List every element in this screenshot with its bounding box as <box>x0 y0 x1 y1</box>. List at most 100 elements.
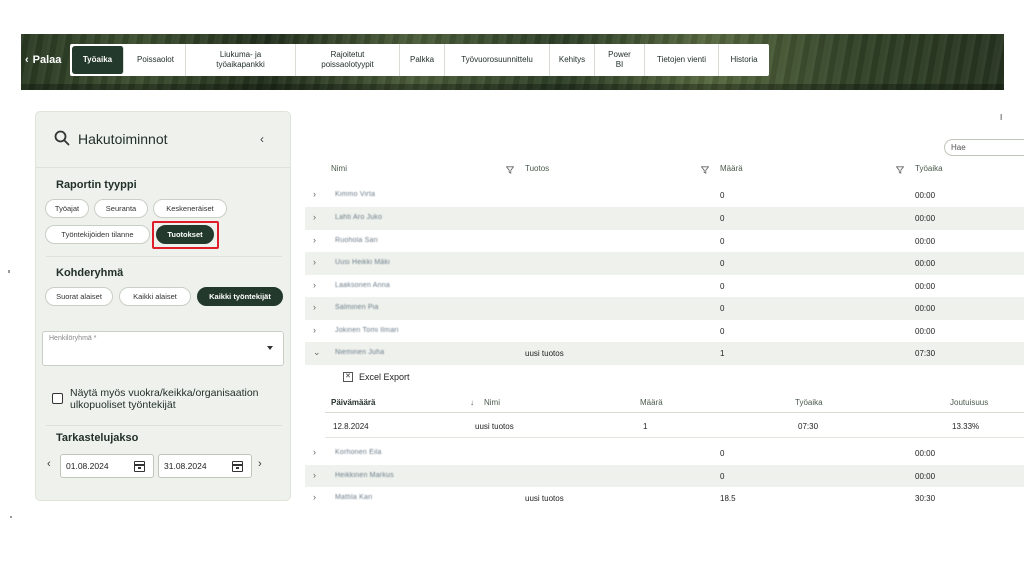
collapse-panel-button[interactable]: ‹ <box>260 132 264 146</box>
row-maara: 0 <box>720 471 725 481</box>
row-tuotos: uusi tuotos <box>525 349 564 358</box>
filter-icon[interactable] <box>896 166 904 174</box>
row-tyoaika: 00:00 <box>915 236 936 246</box>
tab-palkka[interactable]: Palkka <box>400 44 445 76</box>
chevron-right-icon[interactable]: › <box>313 189 316 199</box>
tab-power-bi[interactable]: Power BI <box>595 44 645 76</box>
row-name: Uusi Heikki Mäki <box>335 259 390 266</box>
col-header-maara[interactable]: Määrä <box>720 164 743 180</box>
chevron-right-icon: › <box>258 458 262 470</box>
edge-mark <box>8 270 10 273</box>
external-workers-checkbox[interactable] <box>52 393 63 404</box>
top-marker: I <box>1000 113 1003 122</box>
chip-keskeneraiset[interactable]: Keskeneräiset <box>153 199 227 218</box>
chevron-right-icon[interactable]: › <box>313 280 316 290</box>
chevron-down-icon[interactable]: ⌄ <box>313 347 321 358</box>
prev-period-button[interactable]: ‹ <box>47 458 51 470</box>
table-row[interactable]: › Lahti Aro Juko 0 00:00 <box>305 207 1024 230</box>
table-row[interactable]: › Salminen Pia 0 00:00 <box>305 297 1024 320</box>
tab-tietojen-vienti[interactable]: Tietojen vienti <box>645 44 719 76</box>
detail-col-joutuisuus[interactable]: Joutuisuus <box>950 398 988 412</box>
period-heading: Tarkastelujakso <box>56 432 139 444</box>
table-row[interactable]: › Laaksonen Anna 0 00:00 <box>305 275 1024 298</box>
chevron-right-icon[interactable]: › <box>313 470 316 480</box>
tab-rajoitetut[interactable]: Rajoitetut poissaolotyypit <box>296 44 400 76</box>
row-maara: 0 <box>720 326 725 336</box>
detail-col-paivamaara[interactable]: Päivämäärä <box>331 398 375 412</box>
calendar-icon[interactable] <box>232 461 243 472</box>
divider <box>46 256 282 257</box>
tab-tyovuorosuunnittelu[interactable]: Työvuorosuunnittelu <box>445 44 550 76</box>
row-maara: 0 <box>720 236 725 246</box>
table-row[interactable]: › Ruohola Sari 0 00:00 <box>305 230 1024 253</box>
row-tyoaika: 00:00 <box>915 304 936 313</box>
detail-col-maara[interactable]: Määrä <box>640 398 663 412</box>
row-tyoaika: 00:00 <box>915 259 936 268</box>
table-row[interactable]: › Jokinen Tomi Ilmari 0 00:00 <box>305 320 1024 343</box>
filter-icon[interactable] <box>701 166 709 174</box>
tab-liukuma[interactable]: Liukuma- ja työaikapankki <box>186 44 296 76</box>
detail-col-tyoaika[interactable]: Työaika <box>795 398 823 412</box>
excel-export-button[interactable]: ✕ Excel Export <box>343 372 410 382</box>
table-row[interactable]: › Korhonen Eila 0 00:00 <box>305 442 1024 465</box>
chevron-right-icon[interactable]: › <box>313 235 316 245</box>
table-row[interactable]: ⌄ Nieminen Juha uusi tuotos 1 07:30 <box>305 342 1024 365</box>
calendar-icon[interactable] <box>134 461 145 472</box>
tab-kehitys[interactable]: Kehitys <box>550 44 595 76</box>
tab-poissaolot[interactable]: Poissaolot <box>126 44 186 76</box>
chevron-left-icon: ‹ <box>25 54 29 66</box>
chip-kaikki-alaiset[interactable]: Kaikki alaiset <box>119 287 191 306</box>
row-tyoaika: 00:00 <box>915 471 936 481</box>
row-tuotos: uusi tuotos <box>525 494 564 503</box>
detail-name: uusi tuotos <box>475 422 514 431</box>
external-workers-label: Näytä myös vuokra/keikka/organisaation u… <box>70 387 259 411</box>
chevron-right-icon[interactable]: › <box>313 257 316 267</box>
selection-highlight <box>152 221 219 249</box>
chip-tyoajat[interactable]: Työajat <box>45 199 89 218</box>
divider <box>325 412 1024 413</box>
next-period-button[interactable]: › <box>258 458 262 470</box>
filter-icon[interactable] <box>506 166 514 174</box>
henkiloryhma-label: Henkilöryhmä * <box>49 335 97 342</box>
divider <box>325 437 1024 438</box>
chevron-right-icon[interactable]: › <box>313 492 316 502</box>
chevron-right-icon[interactable]: › <box>313 212 316 222</box>
filter-panel: Hakutoiminnot ‹ Raportin tyyppi Työajat … <box>35 111 291 501</box>
caret-down-icon <box>267 346 273 350</box>
tab-historia[interactable]: Historia <box>719 44 769 76</box>
table-row[interactable]: › Uusi Heikki Mäki 0 00:00 <box>305 252 1024 275</box>
tab-tyoaika[interactable]: Työaika <box>72 46 124 74</box>
end-date-value: 31.08.2024 <box>164 461 207 471</box>
end-date-input[interactable]: 31.08.2024 <box>158 454 252 478</box>
row-maara: 0 <box>720 281 725 291</box>
col-header-tuotos[interactable]: Tuotos <box>525 164 549 180</box>
chip-seuranta[interactable]: Seuranta <box>94 199 148 218</box>
table-row[interactable]: › Mattila Kari uusi tuotos 18.5 30:30 <box>305 487 1024 510</box>
henkiloryhma-select[interactable]: Henkilöryhmä * <box>42 331 284 366</box>
chevron-left-icon: ‹ <box>260 132 264 146</box>
sort-arrow-icon[interactable]: ↓ <box>470 398 474 412</box>
chevron-right-icon[interactable]: › <box>313 325 316 335</box>
chip-kaikki-tyontekijat[interactable]: Kaikki työntekijät <box>197 287 283 306</box>
row-maara: 0 <box>720 449 725 458</box>
edge-mark <box>10 516 12 518</box>
chevron-right-icon[interactable]: › <box>313 447 316 457</box>
target-group-heading: Kohderyhmä <box>56 267 124 279</box>
col-header-tyoaika[interactable]: Työaika <box>915 164 943 180</box>
chevron-right-icon[interactable]: › <box>313 302 316 312</box>
row-name: Laaksonen Anna <box>335 281 390 289</box>
report-type-heading: Raportin tyyppi <box>56 179 137 191</box>
table-row[interactable]: › Kimmo Virta 0 00:00 <box>305 184 1024 207</box>
col-header-nimi[interactable]: Nimi <box>331 164 347 180</box>
row-name: Jokinen Tomi Ilmari <box>335 326 399 334</box>
chip-suorat-alaiset[interactable]: Suorat alaiset <box>45 287 113 306</box>
start-date-input[interactable]: 01.08.2024 <box>60 454 154 478</box>
excel-icon: ✕ <box>343 372 353 382</box>
chip-tyontekijoiden-tilanne[interactable]: Työntekijöiden tilanne <box>45 225 150 244</box>
back-button[interactable]: ‹ Palaa <box>21 44 69 76</box>
row-maara: 18.5 <box>720 494 736 503</box>
row-name: Kimmo Virta <box>335 191 376 198</box>
detail-col-nimi[interactable]: Nimi <box>484 398 500 412</box>
table-search-input[interactable]: Hae <box>944 139 1024 156</box>
table-row[interactable]: › Heikkinen Markus 0 00:00 <box>305 464 1024 487</box>
